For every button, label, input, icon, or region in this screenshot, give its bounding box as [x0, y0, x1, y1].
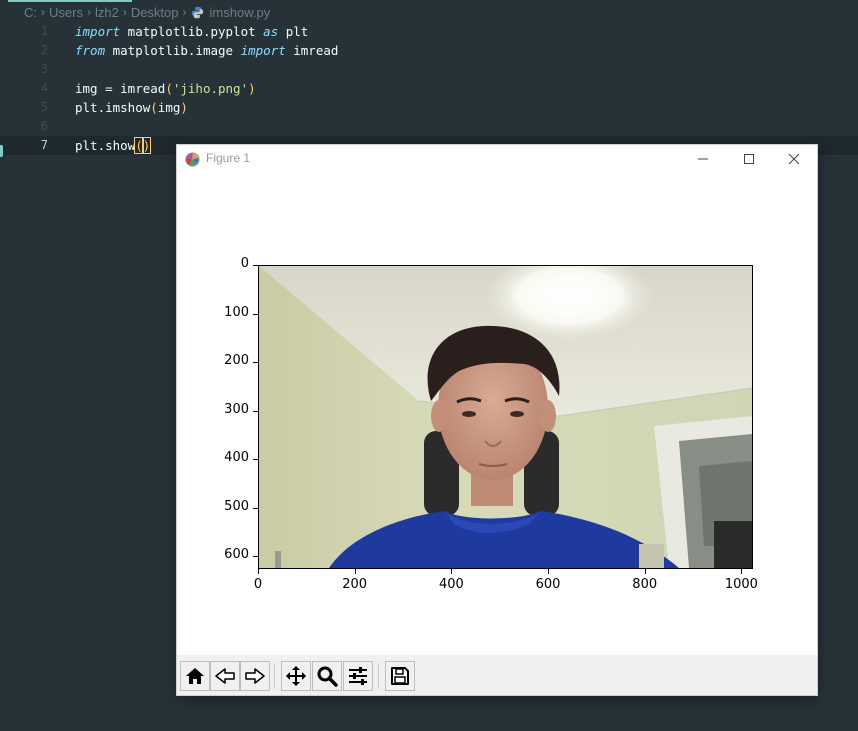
breadcrumb-user[interactable]: lzh2 [95, 5, 119, 20]
y-tick-mark [253, 556, 258, 558]
y-tick-label: 100 [224, 304, 249, 320]
close-icon [788, 153, 800, 165]
x-tick-mark [741, 569, 743, 574]
code-line[interactable]: 1 import matplotlib.pyplot as plt [0, 22, 858, 41]
y-tick-mark [253, 507, 258, 509]
pan-icon [286, 666, 306, 686]
x-tick-mark [354, 569, 356, 574]
forward-icon [245, 668, 265, 684]
breadcrumb: C: › Users › lzh2 › Desktop › imshow.py [24, 3, 270, 21]
modified-line-marker [0, 145, 3, 157]
y-tick-label: 200 [224, 353, 249, 369]
x-tick-mark [644, 569, 646, 574]
chevron-right-icon: › [86, 5, 91, 19]
pan-button[interactable] [281, 661, 311, 691]
line-number: 2 [40, 43, 48, 57]
zoom-icon [317, 666, 338, 687]
chevron-right-icon: › [182, 5, 187, 19]
x-tick-label: 800 [632, 577, 658, 592]
line-number: 7 [40, 138, 48, 152]
x-tick-label: 200 [342, 577, 368, 592]
back-button[interactable] [210, 661, 240, 691]
displayed-photo [259, 266, 752, 568]
code-line[interactable]: 2 from matplotlib.image import imread [0, 41, 858, 60]
x-tick-label: 400 [438, 577, 464, 592]
back-icon [215, 668, 235, 684]
x-tick-mark [258, 569, 259, 574]
window-titlebar[interactable]: Figure 1 [177, 145, 817, 173]
x-tick-mark [548, 569, 550, 574]
line-source: plt.show() [75, 137, 152, 154]
navigation-toolbar [177, 655, 817, 695]
code-area[interactable]: 1 import matplotlib.pyplot as plt 2 from… [0, 22, 858, 155]
breadcrumb-desktop[interactable]: Desktop [131, 5, 179, 20]
maximize-icon [744, 154, 754, 164]
breadcrumb-drive[interactable]: C: [24, 5, 37, 20]
line-number: 1 [40, 24, 48, 38]
code-line[interactable]: 3 [0, 60, 858, 79]
close-button[interactable] [771, 145, 817, 173]
active-tab-indicator [8, 0, 132, 2]
x-tick-label: 1000 [724, 577, 758, 592]
home-button[interactable] [180, 661, 210, 691]
minimize-button[interactable] [680, 145, 726, 173]
line-number: 6 [40, 119, 48, 133]
line-source: img = imread('jiho.png') [75, 81, 256, 96]
y-tick-label: 500 [224, 498, 249, 514]
code-line[interactable]: 4 img = imread('jiho.png') [0, 79, 858, 98]
code-line[interactable]: 6 [0, 117, 858, 136]
line-number: 4 [40, 81, 48, 95]
forward-button[interactable] [240, 661, 270, 691]
figure-window[interactable]: Figure 1 0 100 200 300 400 500 600 0 200… [177, 145, 817, 695]
zoom-button[interactable] [312, 661, 342, 691]
breadcrumb-file[interactable]: imshow.py [210, 5, 271, 20]
y-tick-label: 300 [224, 401, 249, 417]
save-button[interactable] [385, 661, 415, 691]
python-file-icon [191, 6, 203, 18]
y-tick-mark [253, 313, 258, 315]
matplotlib-logo-icon [185, 152, 200, 167]
maximize-button[interactable] [726, 145, 772, 173]
y-tick-mark [253, 362, 258, 364]
chevron-right-icon: › [122, 5, 127, 19]
y-tick-mark [253, 410, 258, 412]
y-tick-label: 400 [224, 450, 249, 466]
y-tick-mark [253, 265, 258, 266]
toolbar-separator [378, 663, 379, 689]
y-tick-label: 0 [240, 256, 249, 271]
configure-subplots-button[interactable] [343, 661, 373, 691]
code-line[interactable]: 5 plt.imshow(img) [0, 98, 858, 117]
minimize-icon [698, 158, 708, 160]
chevron-right-icon: › [41, 5, 45, 19]
save-icon [391, 667, 409, 685]
y-tick-mark [253, 459, 258, 461]
y-tick-label: 600 [224, 547, 249, 563]
x-tick-label: 0 [253, 577, 263, 592]
line-source: from matplotlib.image import imread [75, 43, 339, 58]
window-title: Figure 1 [206, 151, 251, 165]
x-tick-mark [451, 569, 453, 574]
home-icon [186, 668, 204, 684]
image-axes[interactable] [258, 265, 753, 569]
toolbar-separator [274, 663, 275, 689]
figure-canvas[interactable]: 0 100 200 300 400 500 600 0 200 400 600 800 1000 [177, 173, 817, 655]
line-number: 3 [40, 62, 48, 76]
x-tick-label: 600 [535, 577, 561, 592]
line-source: plt.imshow(img) [75, 100, 188, 115]
breadcrumb-users[interactable]: Users [49, 5, 83, 20]
line-source: import matplotlib.pyplot as plt [75, 24, 309, 39]
configure-subplots-icon [349, 667, 367, 685]
line-number: 5 [40, 100, 48, 114]
